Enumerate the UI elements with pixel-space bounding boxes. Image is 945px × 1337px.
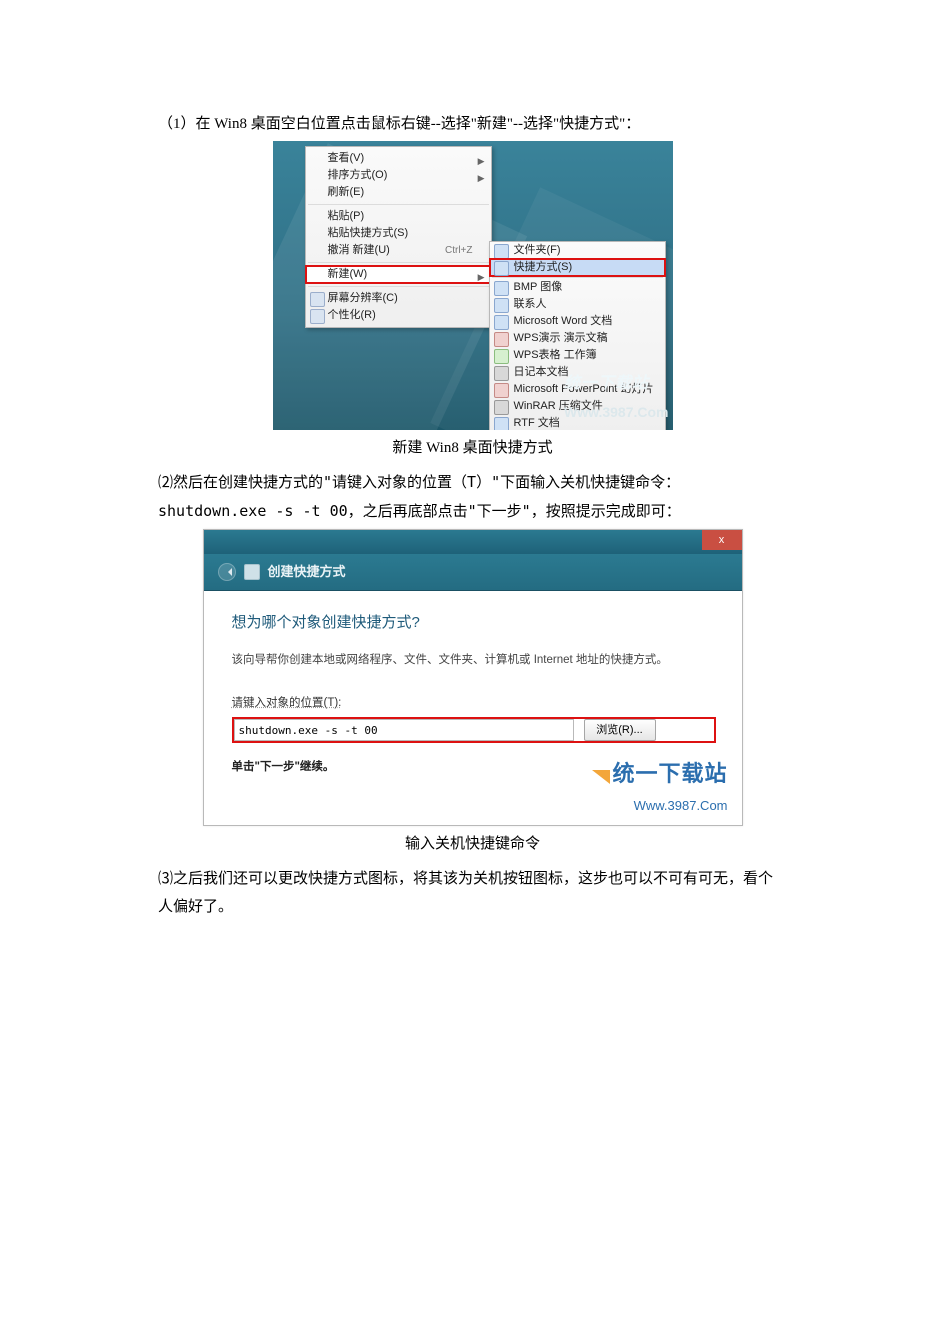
contact-icon	[494, 298, 509, 313]
menu-item-undo-new[interactable]: 撤消 新建(U)Ctrl+Z	[306, 242, 491, 259]
logo-arrow-icon	[592, 770, 610, 784]
browse-button[interactable]: 浏览(R)...	[584, 719, 656, 741]
location-field-row: 浏览(R)...	[232, 717, 716, 743]
menu-item-new[interactable]: 新建(W)▶	[306, 266, 491, 283]
submenu-item-shortcut[interactable]: 快捷方式(S)	[490, 259, 665, 276]
bmp-icon	[494, 281, 509, 296]
window-titlebar: x	[204, 530, 742, 554]
watermark: 统一下载站 Www.3987.Com	[564, 369, 669, 426]
shortcut-icon	[494, 261, 509, 276]
wizard-header: 创建快捷方式	[204, 554, 742, 591]
chevron-right-icon: ▶	[478, 269, 485, 286]
close-button[interactable]: x	[702, 530, 742, 550]
step-3-text: ⑶之后我们还可以更改快捷方式图标，将其该为关机按钮图标，这步也可以不可有可无，看…	[158, 865, 787, 922]
wizard-description: 该向导帮你创建本地或网络程序、文件、文件夹、计算机或 Internet 地址的快…	[232, 650, 714, 672]
step-2-text: ⑵然后在创建快捷方式的"请键入对象的位置（T）"下面输入关机快捷键命令：shut…	[158, 468, 787, 525]
journal-icon	[494, 366, 509, 381]
caption-1: 新建 Win8 桌面快捷方式	[158, 434, 787, 463]
menu-item-personalize[interactable]: 个性化(R)	[306, 307, 491, 324]
field-label: 请键入对象的位置(T):	[232, 693, 714, 715]
word-icon	[494, 315, 509, 330]
screenshot-create-shortcut-wizard: x 创建快捷方式 想为哪个对象创建快捷方式? 该向导帮你创建本地或网络程序、文件…	[203, 529, 743, 826]
folder-icon	[494, 244, 509, 259]
rtf-icon	[494, 417, 509, 430]
menu-item-refresh[interactable]: 刷新(E)	[306, 184, 491, 201]
location-input[interactable]	[234, 719, 574, 741]
back-icon[interactable]	[218, 563, 236, 581]
winrar-icon	[494, 400, 509, 415]
wizard-title: 创建快捷方式	[268, 560, 346, 585]
wizard-question: 想为哪个对象创建快捷方式?	[232, 609, 714, 638]
wps-xls-icon	[494, 349, 509, 364]
screenshot-context-menu: 查看(V)▶ 排序方式(O)▶ 刷新(E) 粘贴(P) 粘贴快捷方式(S) 撤消…	[273, 141, 673, 430]
ppt-icon	[494, 383, 509, 398]
shortcut-hint: Ctrl+Z	[445, 241, 473, 260]
step-1-text: （1）在 Win8 桌面空白位置点击鼠标右键--选择"新建"--选择"快捷方式"…	[158, 110, 787, 139]
wps-ppt-icon	[494, 332, 509, 347]
shortcut-wizard-icon	[244, 564, 260, 580]
caption-2: 输入关机快捷键命令	[158, 830, 787, 859]
watermark: 统一下载站 Www.3987.Com	[592, 753, 727, 819]
desktop-context-menu: 查看(V)▶ 排序方式(O)▶ 刷新(E) 粘贴(P) 粘贴快捷方式(S) 撤消…	[305, 146, 492, 328]
